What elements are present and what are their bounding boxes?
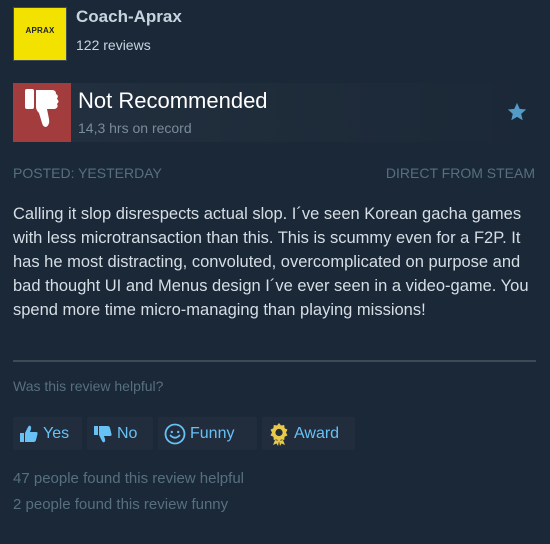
helpful-question: Was this review helpful?	[13, 378, 164, 394]
award-button[interactable]: Award	[262, 417, 355, 450]
verdict-title[interactable]: Not Recommended	[78, 88, 268, 114]
vote-buttons: Yes No Funny Award	[13, 417, 355, 450]
thumbs-down-icon	[22, 87, 62, 138]
star-icon[interactable]	[506, 101, 528, 123]
divider	[13, 360, 536, 362]
reviewer-header: APRAX Coach-Aprax 122 reviews	[13, 7, 533, 63]
reviewer-name-link[interactable]: Coach-Aprax	[76, 7, 182, 27]
funny-count-text: 2 people found this review funny	[13, 496, 229, 513]
thumb-box	[13, 83, 71, 142]
review-verdict-bar: Not Recommended 14,3 hrs on record	[13, 83, 536, 142]
helpful-count-text: 47 people found this review helpful	[13, 470, 244, 487]
review-text: Calling it slop disrespects actual slop.…	[13, 205, 529, 319]
yes-button[interactable]: Yes	[13, 417, 82, 450]
thumbs-up-icon	[19, 424, 39, 444]
smiley-icon	[164, 423, 186, 445]
no-button[interactable]: No	[87, 417, 153, 450]
funny-label: Funny	[190, 424, 235, 442]
review-source: Direct from Steam	[385, 165, 535, 181]
thumbs-down-icon	[93, 424, 113, 444]
avatar[interactable]: APRAX	[13, 7, 67, 61]
award-icon	[268, 422, 290, 446]
avatar-logo-text: APRAX	[25, 25, 55, 35]
hours-on-record: 14,3 hrs on record	[78, 120, 192, 136]
yes-label: Yes	[43, 424, 70, 442]
no-label: No	[117, 424, 138, 442]
funny-button[interactable]: Funny	[158, 417, 257, 450]
award-label: Award	[294, 424, 340, 442]
reviewer-review-count-link[interactable]: 122 reviews	[76, 37, 151, 53]
posted-date: Posted: yesterday	[13, 165, 162, 181]
